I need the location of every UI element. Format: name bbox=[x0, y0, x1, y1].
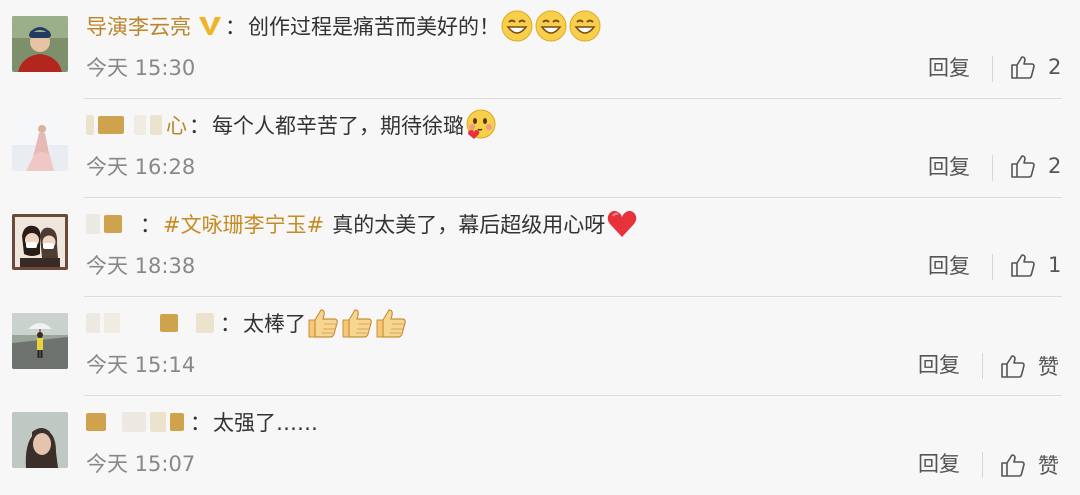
redacted-username bbox=[170, 413, 184, 431]
comment-content: ： #文咏珊李宁玉# 真的太美了，幕后超级用心呀 bbox=[86, 206, 639, 242]
like-button[interactable]: 1 bbox=[1010, 252, 1061, 278]
two-people-selfie-avatar-icon bbox=[12, 214, 68, 270]
like-count: 2 bbox=[1048, 154, 1062, 178]
redacted-username bbox=[150, 412, 166, 432]
comment-content: ： 太强了…… bbox=[86, 404, 318, 440]
comment-text: 太棒了 bbox=[243, 312, 306, 336]
reply-button[interactable]: 回复 bbox=[918, 349, 960, 379]
reply-button[interactable]: 回复 bbox=[918, 448, 960, 478]
like-button[interactable]: 2 bbox=[1010, 153, 1061, 179]
woman-in-gown-avatar-icon bbox=[12, 115, 68, 171]
comment-text: 真的太美了，幕后超级用心呀 bbox=[332, 213, 606, 237]
like-count: 1 bbox=[1048, 253, 1062, 277]
like-button[interactable]: 2 bbox=[1010, 54, 1061, 80]
colon: ： bbox=[220, 312, 241, 336]
comment-item: ： 太棒了 今天 15:14 回复 赞 bbox=[0, 297, 1080, 396]
like-label: 赞 bbox=[1038, 454, 1059, 478]
thumbs-up-emoji-icon bbox=[374, 306, 408, 340]
girl-portrait-avatar-icon bbox=[12, 412, 68, 468]
redacted-username bbox=[196, 313, 214, 333]
comment-time: 今天 18:38 bbox=[86, 254, 196, 278]
username-tail[interactable]: 心 bbox=[166, 110, 187, 140]
reply-button[interactable]: 回复 bbox=[928, 250, 970, 280]
redacted-username bbox=[86, 313, 100, 333]
username[interactable]: 导演李云亮 bbox=[86, 11, 191, 41]
avatar[interactable] bbox=[12, 115, 68, 171]
verified-badge-icon bbox=[197, 14, 223, 38]
thumbs-up-icon bbox=[1011, 155, 1035, 178]
grinning-face-emoji-icon bbox=[534, 9, 568, 43]
comment-content: ： 太棒了 bbox=[86, 305, 408, 341]
like-button[interactable]: 赞 bbox=[1000, 351, 1059, 381]
thumbs-up-icon bbox=[1001, 454, 1025, 477]
colon: ： bbox=[225, 15, 246, 39]
man-portrait-avatar-icon bbox=[12, 16, 68, 72]
comment-item: 心 ： 每个人都辛苦了，期待徐璐 今天 16:28 回复 2 bbox=[0, 99, 1080, 198]
thumbs-up-emoji-icon bbox=[340, 306, 374, 340]
colon: ： bbox=[140, 213, 161, 237]
redacted-username bbox=[86, 413, 106, 431]
colon: ： bbox=[190, 411, 211, 435]
redacted-username bbox=[134, 115, 146, 135]
grinning-face-emoji-icon bbox=[568, 9, 602, 43]
divider bbox=[982, 452, 983, 478]
reply-button[interactable]: 回复 bbox=[928, 52, 970, 82]
hashtag-link[interactable]: #文咏珊李宁玉# bbox=[163, 209, 324, 239]
red-heart-emoji-icon bbox=[605, 207, 639, 241]
redacted-username bbox=[86, 115, 94, 135]
heart-holding-face-emoji-icon bbox=[464, 108, 498, 142]
avatar[interactable] bbox=[12, 214, 68, 270]
comment-time: 今天 15:14 bbox=[86, 353, 196, 377]
colon: ： bbox=[189, 114, 210, 138]
comment-time: 今天 15:07 bbox=[86, 452, 196, 476]
like-label: 赞 bbox=[1038, 355, 1059, 379]
redacted-username bbox=[98, 116, 124, 134]
divider bbox=[992, 155, 993, 181]
thumbs-up-emoji-icon bbox=[306, 306, 340, 340]
divider bbox=[982, 353, 983, 379]
avatar[interactable] bbox=[12, 412, 68, 468]
divider bbox=[992, 254, 993, 280]
redacted-username bbox=[150, 115, 162, 135]
comment-text: 创作过程是痛苦而美好的！ bbox=[248, 15, 500, 39]
comment-list: 导演李云亮 ： 创作过程是痛苦而美好的！ 今天 15:30 回复 2 心 ： 每… bbox=[0, 0, 1080, 494]
avatar[interactable] bbox=[12, 313, 68, 369]
comment-time: 今天 16:28 bbox=[86, 155, 196, 179]
thumbs-up-icon bbox=[1001, 355, 1025, 378]
like-button[interactable]: 赞 bbox=[1000, 450, 1059, 480]
redacted-username bbox=[86, 214, 100, 234]
like-count: 2 bbox=[1048, 55, 1062, 79]
comment-item: ： #文咏珊李宁玉# 真的太美了，幕后超级用心呀 今天 18:38 回复 1 bbox=[0, 198, 1080, 297]
thumbs-up-icon bbox=[1011, 254, 1035, 277]
comment-item: 导演李云亮 ： 创作过程是痛苦而美好的！ 今天 15:30 回复 2 bbox=[0, 0, 1080, 99]
redacted-username bbox=[104, 215, 122, 233]
avatar[interactable] bbox=[12, 16, 68, 72]
comment-content: 心 ： 每个人都辛苦了，期待徐璐 bbox=[86, 107, 498, 143]
thumbs-up-icon bbox=[1011, 56, 1035, 79]
comment-text: 每个人都辛苦了，期待徐璐 bbox=[212, 114, 464, 138]
comment-text: 太强了…… bbox=[213, 411, 318, 435]
divider bbox=[992, 56, 993, 82]
redacted-username bbox=[122, 412, 146, 432]
redacted-username bbox=[160, 314, 178, 332]
comment-time: 今天 15:30 bbox=[86, 56, 196, 80]
reply-button[interactable]: 回复 bbox=[928, 151, 970, 181]
comment-item: ： 太强了…… 今天 15:07 回复 赞 bbox=[0, 396, 1080, 495]
person-with-umbrella-avatar-icon bbox=[12, 313, 68, 369]
grinning-face-emoji-icon bbox=[500, 9, 534, 43]
redacted-username bbox=[104, 313, 120, 333]
comment-content: 导演李云亮 ： 创作过程是痛苦而美好的！ bbox=[86, 8, 602, 44]
